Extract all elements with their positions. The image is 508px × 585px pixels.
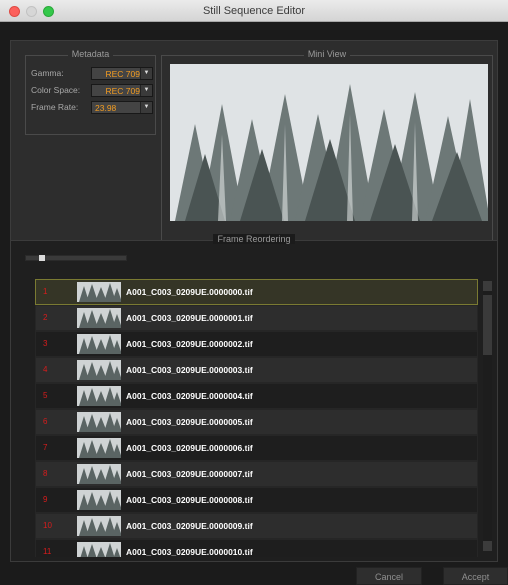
- scroll-thumb[interactable]: [483, 295, 492, 355]
- frame-row[interactable]: 6 A001_C003_0209UE.0000005.tif: [35, 409, 478, 435]
- accept-button[interactable]: Accept: [443, 567, 508, 585]
- frame-thumbnail: [77, 334, 121, 354]
- frame-thumbnail: [77, 490, 121, 510]
- metadata-title: Metadata: [67, 49, 114, 59]
- forest-thumbnail-image: [77, 438, 121, 458]
- frame-filename: A001_C003_0209UE.0000005.tif: [126, 417, 253, 427]
- forest-thumbnail-image: [77, 412, 121, 432]
- chevron-down-icon[interactable]: ▼: [140, 68, 152, 79]
- editor-window: Metadata Gamma: REC 709 ▼ Color Space: R…: [0, 22, 508, 585]
- frame-row[interactable]: 7 A001_C003_0209UE.0000006.tif: [35, 435, 478, 461]
- mini-view-preview-image: [170, 64, 488, 221]
- frame-number: 8: [43, 469, 48, 478]
- frame-filename: A001_C003_0209UE.0000003.tif: [126, 365, 253, 375]
- frame-filename: A001_C003_0209UE.0000008.tif: [126, 495, 253, 505]
- frame-number: 11: [43, 547, 52, 556]
- gamma-label: Gamma:: [31, 68, 64, 78]
- frame-number: 7: [43, 443, 48, 452]
- frame-thumbnail: [77, 542, 121, 557]
- mini-view-title: Mini View: [303, 49, 351, 59]
- frame-thumbnail: [77, 282, 121, 302]
- frame-rate-value: 23.98: [95, 103, 117, 113]
- frame-list: 1 A001_C003_0209UE.0000000.tif 2 A001_C0…: [35, 279, 480, 557]
- color-space-row: Color Space: REC 709 ▼: [31, 84, 153, 97]
- frame-filename: A001_C003_0209UE.0000009.tif: [126, 521, 253, 531]
- title-bar: Still Sequence Editor: [0, 0, 508, 22]
- frame-row[interactable]: 3 A001_C003_0209UE.0000002.tif: [35, 331, 478, 357]
- frame-number: 6: [43, 417, 48, 426]
- frame-number: 3: [43, 339, 48, 348]
- frame-row[interactable]: 11 A001_C003_0209UE.0000010.tif: [35, 539, 478, 557]
- forest-thumbnail-image: [77, 490, 121, 510]
- frame-rate-row: Frame Rate: 23.98 ▼: [31, 101, 153, 114]
- frame-reordering-title: Frame Reordering: [213, 234, 295, 244]
- color-space-label: Color Space:: [31, 85, 81, 95]
- window-title: Still Sequence Editor: [202, 5, 306, 17]
- frame-row[interactable]: 2 A001_C003_0209UE.0000001.tif: [35, 305, 478, 331]
- frame-thumbnail: [77, 412, 121, 432]
- frame-row[interactable]: 9 A001_C003_0209UE.0000008.tif: [35, 487, 478, 513]
- metadata-group: Metadata Gamma: REC 709 ▼ Color Space: R…: [25, 49, 156, 135]
- gamma-select[interactable]: REC 709 ▼: [91, 67, 153, 80]
- chevron-down-icon[interactable]: ▼: [140, 85, 152, 96]
- frame-filename: A001_C003_0209UE.0000006.tif: [126, 443, 253, 453]
- frame-thumbnail: [77, 360, 121, 380]
- snowy-forest-image: [170, 64, 488, 221]
- frame-filename: A001_C003_0209UE.0000007.tif: [126, 469, 253, 479]
- forest-thumbnail-image: [77, 308, 121, 328]
- chevron-down-icon[interactable]: ▼: [140, 102, 152, 113]
- scroll-up-arrow[interactable]: [483, 281, 492, 291]
- forest-thumbnail-image: [77, 516, 121, 536]
- frame-thumbnail: [77, 308, 121, 328]
- frame-thumbnail: [77, 516, 121, 536]
- mini-view-group: Mini View: [161, 49, 493, 244]
- frame-filename: A001_C003_0209UE.0000001.tif: [126, 313, 253, 323]
- frame-number: 4: [43, 365, 48, 374]
- color-space-value: REC 709: [105, 86, 141, 96]
- frame-filename: A001_C003_0209UE.0000002.tif: [126, 339, 253, 349]
- cancel-button[interactable]: Cancel: [356, 567, 422, 585]
- frame-row[interactable]: 1 A001_C003_0209UE.0000000.tif: [35, 279, 478, 305]
- frame-rate-label: Frame Rate:: [31, 102, 79, 112]
- forest-thumbnail-image: [77, 334, 121, 354]
- frame-filename: A001_C003_0209UE.0000000.tif: [126, 287, 253, 297]
- frame-rate-select[interactable]: 23.98 ▼: [91, 101, 153, 114]
- frame-filename: A001_C003_0209UE.0000004.tif: [126, 391, 253, 401]
- frame-thumbnail: [77, 438, 121, 458]
- settings-panel: Metadata Gamma: REC 709 ▼ Color Space: R…: [10, 40, 498, 254]
- frame-thumbnail: [77, 386, 121, 406]
- frame-filename: A001_C003_0209UE.0000010.tif: [126, 547, 253, 557]
- forest-thumbnail-image: [77, 282, 121, 302]
- frame-number: 1: [43, 287, 48, 296]
- thumbnail-size-slider[interactable]: [25, 255, 127, 261]
- frame-number: 2: [43, 313, 48, 322]
- frame-number: 9: [43, 495, 48, 504]
- gamma-row: Gamma: REC 709 ▼: [31, 67, 153, 80]
- frame-thumbnail: [77, 464, 121, 484]
- frame-row[interactable]: 10 A001_C003_0209UE.0000009.tif: [35, 513, 478, 539]
- color-space-select[interactable]: REC 709 ▼: [91, 84, 153, 97]
- gamma-value: REC 709: [105, 69, 141, 79]
- frame-reordering-panel: Frame Reordering 1 A001_C003_0209UE.0000…: [10, 234, 498, 562]
- forest-thumbnail-image: [77, 464, 121, 484]
- frame-row[interactable]: 8 A001_C003_0209UE.0000007.tif: [35, 461, 478, 487]
- forest-thumbnail-image: [77, 386, 121, 406]
- frame-list-scrollbar[interactable]: [483, 281, 492, 551]
- forest-thumbnail-image: [77, 360, 121, 380]
- frame-number: 10: [43, 521, 52, 530]
- frame-row[interactable]: 4 A001_C003_0209UE.0000003.tif: [35, 357, 478, 383]
- slider-handle[interactable]: [39, 255, 45, 261]
- scroll-down-arrow[interactable]: [483, 541, 492, 551]
- forest-thumbnail-image: [77, 542, 121, 557]
- frame-row[interactable]: 5 A001_C003_0209UE.0000004.tif: [35, 383, 478, 409]
- frame-number: 5: [43, 391, 48, 400]
